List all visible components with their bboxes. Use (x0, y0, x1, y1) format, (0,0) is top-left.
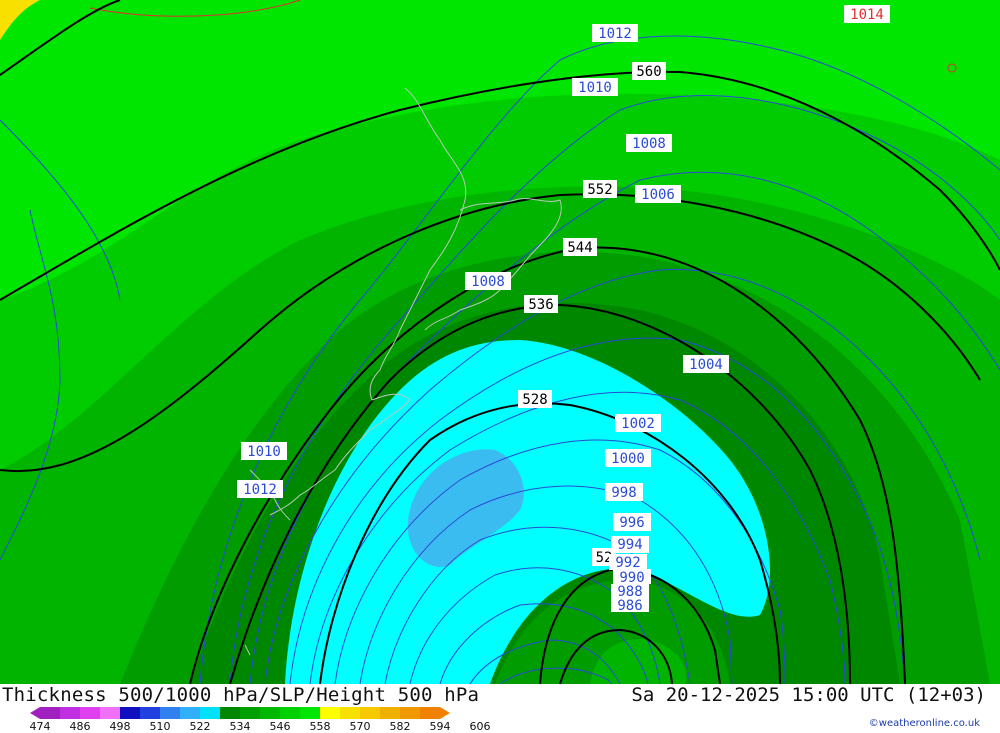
isobar-label-1014: 1014 (850, 7, 884, 23)
legend-tick-label: 474 (29, 720, 51, 733)
legend-swatch (380, 707, 400, 719)
isobar-label-1010-b: 1010 (247, 444, 281, 460)
legend-tick-label: 534 (229, 720, 251, 733)
thickness-legend (30, 707, 450, 719)
isobar-label-994: 994 (617, 537, 642, 553)
map-footer: Thickness 500/1000 hPa/SLP/Height 500 hP… (0, 684, 1000, 733)
legend-swatch (180, 707, 200, 719)
legend-swatch (140, 707, 160, 719)
legend-swatch (80, 707, 100, 719)
isobar-label-1006: 1006 (641, 187, 675, 203)
legend-swatch (360, 707, 380, 719)
valid-datetime: Sa 20-12-2025 15:00 UTC (12+03) (631, 684, 986, 706)
legend-swatch (300, 707, 320, 719)
legend-swatch (100, 707, 120, 719)
isobar-label-986: 986 (617, 598, 642, 614)
legend-arrow-right (440, 707, 450, 719)
legend-tick-label: 486 (69, 720, 91, 733)
legend-swatch (200, 707, 220, 719)
thickness-label-528: 528 (522, 392, 547, 408)
isobar-label-996: 996 (619, 515, 644, 531)
isobar-label-1012: 1012 (598, 26, 632, 42)
legend-swatch (280, 707, 300, 719)
credit-link[interactable]: ©weatheronline.co.uk (869, 718, 980, 729)
legend-swatch (240, 707, 260, 719)
legend-tick-label: 546 (269, 720, 291, 733)
legend-tick-label: 498 (109, 720, 131, 733)
isobar-label-1010: 1010 (578, 80, 612, 96)
thickness-label-544: 544 (567, 240, 592, 256)
isobar-label-1012-b: 1012 (243, 482, 277, 498)
isobar-label-1000: 1000 (611, 451, 645, 467)
legend-tick-label: 606 (469, 720, 491, 733)
legend-swatch (160, 707, 180, 719)
isobar-label-998: 998 (611, 485, 636, 501)
legend-swatch (400, 707, 420, 719)
legend-swatch (60, 707, 80, 719)
thickness-label-536: 536 (528, 297, 553, 313)
isobar-label-1004: 1004 (689, 357, 723, 373)
isobar-label-1002: 1002 (621, 416, 655, 432)
weather-map: 560 552 544 536 528 52 1014 1012 1010 10… (0, 0, 1000, 684)
legend-tick-label: 582 (389, 720, 411, 733)
isobar-label-992: 992 (615, 555, 640, 571)
legend-swatch (340, 707, 360, 719)
legend-tick-label: 570 (349, 720, 371, 733)
legend-swatch (40, 707, 60, 719)
legend-arrow-left (30, 707, 40, 719)
legend-swatch (260, 707, 280, 719)
isobar-label-1008: 1008 (632, 136, 666, 152)
legend-swatch (120, 707, 140, 719)
legend-swatch (420, 707, 440, 719)
legend-tick-label: 522 (189, 720, 211, 733)
thickness-label-560: 560 (636, 64, 661, 80)
map-title: Thickness 500/1000 hPa/SLP/Height 500 hP… (2, 684, 480, 706)
legend-swatch (220, 707, 240, 719)
isobar-label-1008-b: 1008 (471, 274, 505, 290)
legend-tick-label: 558 (309, 720, 331, 733)
thickness-label-552: 552 (587, 182, 612, 198)
legend-swatch (320, 707, 340, 719)
legend-tick-label: 594 (429, 720, 451, 733)
legend-tick-label: 510 (149, 720, 171, 733)
